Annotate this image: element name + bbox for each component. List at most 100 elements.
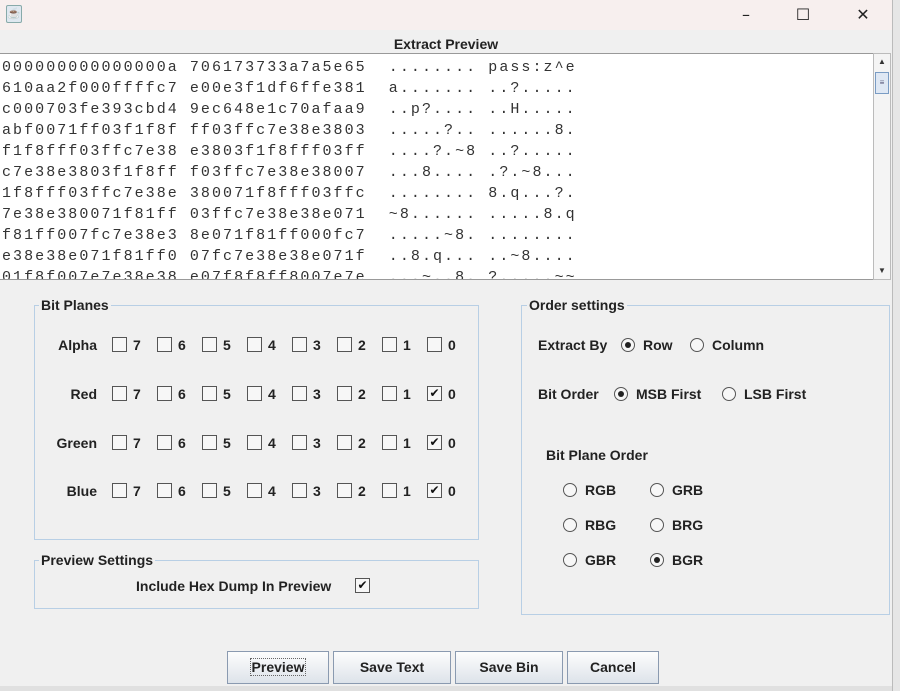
bit-blue-1-checkbox[interactable] bbox=[382, 483, 397, 498]
hex-dump-label: Include Hex Dump In Preview bbox=[136, 578, 332, 594]
rgb-label: RGB bbox=[585, 482, 617, 498]
title-bar: ☕ – ☐ ✕ bbox=[0, 0, 892, 30]
minimize-button[interactable]: – bbox=[731, 4, 761, 26]
hex-line: c7e38e3803f1f8ff f03ffc7e38e38007 ...8..… bbox=[2, 164, 577, 181]
bit-alpha-0-checkbox[interactable] bbox=[427, 337, 442, 352]
maximize-button[interactable]: ☐ bbox=[788, 4, 818, 26]
bgr-label: BGR bbox=[672, 552, 704, 568]
column-radio[interactable] bbox=[690, 338, 704, 352]
bit-alpha-5-checkbox[interactable] bbox=[202, 337, 217, 352]
lsb-first-radio[interactable] bbox=[722, 387, 736, 401]
bit-order-label: Bit Order bbox=[538, 386, 599, 402]
bit-red-2-checkbox[interactable] bbox=[337, 386, 352, 401]
bit-alpha-1-checkbox[interactable] bbox=[382, 337, 397, 352]
bit-green-6-checkbox[interactable] bbox=[157, 435, 172, 450]
bit-number-label: 4 bbox=[268, 435, 276, 451]
rbg-label: RBG bbox=[585, 517, 617, 533]
hex-line: 000000000000000a 706173733a7a5e65 ......… bbox=[2, 59, 577, 76]
brg-label: BRG bbox=[672, 517, 704, 533]
bit-red-5-checkbox[interactable] bbox=[202, 386, 217, 401]
preview-text-area[interactable]: 000000000000000a 706173733a7a5e65 ......… bbox=[0, 53, 873, 280]
bit-blue-2-checkbox[interactable] bbox=[337, 483, 352, 498]
order-settings-title: Order settings bbox=[527, 297, 627, 313]
hex-line: 610aa2f000ffffc7 e00e3f1df6ffe381 a.....… bbox=[2, 80, 577, 97]
bit-alpha-3-checkbox[interactable] bbox=[292, 337, 307, 352]
scroll-up-icon[interactable]: ▲ bbox=[874, 54, 890, 70]
hex-line: f1f8fff03ffc7e38 e3803f1f8fff03ff ....?.… bbox=[2, 143, 577, 160]
bit-alpha-7-checkbox[interactable] bbox=[112, 337, 127, 352]
bit-number-label: 5 bbox=[223, 337, 231, 353]
brg-radio[interactable] bbox=[650, 518, 664, 532]
bit-blue-7-checkbox[interactable] bbox=[112, 483, 127, 498]
bit-row-label: Alpha bbox=[58, 337, 97, 353]
bit-number-label: 0 bbox=[448, 386, 456, 402]
bit-number-label: 1 bbox=[403, 386, 411, 402]
bit-planes-title: Bit Planes bbox=[39, 297, 111, 313]
bgr-radio[interactable] bbox=[650, 553, 664, 567]
bit-blue-3-checkbox[interactable] bbox=[292, 483, 307, 498]
bit-green-3-checkbox[interactable] bbox=[292, 435, 307, 450]
bit-number-label: 3 bbox=[313, 386, 321, 402]
bit-number-label: 4 bbox=[268, 386, 276, 402]
bit-number-label: 6 bbox=[178, 386, 186, 402]
bit-number-label: 4 bbox=[268, 483, 276, 499]
bit-row-label: Red bbox=[70, 386, 97, 402]
scroll-down-icon[interactable]: ▼ bbox=[874, 263, 890, 279]
background-window bbox=[892, 0, 900, 691]
bit-alpha-6-checkbox[interactable] bbox=[157, 337, 172, 352]
bit-number-label: 2 bbox=[358, 435, 366, 451]
bit-blue-0-checkbox[interactable]: ✔ bbox=[427, 483, 442, 498]
hex-dump-checkbox[interactable]: ✔ bbox=[355, 578, 370, 593]
bit-plane-order-label: Bit Plane Order bbox=[546, 447, 648, 463]
gbr-radio[interactable] bbox=[563, 553, 577, 567]
bit-number-label: 0 bbox=[448, 483, 456, 499]
bit-number-label: 3 bbox=[313, 337, 321, 353]
save-bin-button[interactable]: Save Bin bbox=[455, 651, 563, 684]
bit-number-label: 1 bbox=[403, 435, 411, 451]
bit-green-2-checkbox[interactable] bbox=[337, 435, 352, 450]
bit-blue-4-checkbox[interactable] bbox=[247, 483, 262, 498]
bit-red-4-checkbox[interactable] bbox=[247, 386, 262, 401]
bit-number-label: 6 bbox=[178, 483, 186, 499]
bit-number-label: 2 bbox=[358, 337, 366, 353]
bit-blue-5-checkbox[interactable] bbox=[202, 483, 217, 498]
msb-first-radio[interactable] bbox=[614, 387, 628, 401]
hex-line: 1f8fff03ffc7e38e 380071f8fff03ffc ......… bbox=[2, 185, 577, 202]
hex-line: abf0071ff03f1f8f ff03ffc7e38e3803 .....?… bbox=[2, 122, 577, 139]
bit-alpha-4-checkbox[interactable] bbox=[247, 337, 262, 352]
java-icon: ☕ bbox=[6, 5, 22, 23]
close-button[interactable]: ✕ bbox=[848, 4, 878, 26]
bit-alpha-2-checkbox[interactable] bbox=[337, 337, 352, 352]
bit-red-1-checkbox[interactable] bbox=[382, 386, 397, 401]
lsb-first-label: LSB First bbox=[744, 386, 807, 402]
bit-red-3-checkbox[interactable] bbox=[292, 386, 307, 401]
window-bottom-edge bbox=[0, 686, 892, 691]
vertical-scrollbar[interactable]: ▲ ≡ ▼ bbox=[873, 53, 891, 280]
bit-green-4-checkbox[interactable] bbox=[247, 435, 262, 450]
bit-number-label: 7 bbox=[133, 337, 141, 353]
row-radio[interactable] bbox=[621, 338, 635, 352]
extract-by-label: Extract By bbox=[538, 337, 608, 353]
rbg-radio[interactable] bbox=[563, 518, 577, 532]
bit-green-1-checkbox[interactable] bbox=[382, 435, 397, 450]
rgb-radio[interactable] bbox=[563, 483, 577, 497]
bit-red-6-checkbox[interactable] bbox=[157, 386, 172, 401]
bit-number-label: 5 bbox=[223, 435, 231, 451]
scroll-thumb[interactable]: ≡ bbox=[875, 72, 889, 94]
preview-settings-title: Preview Settings bbox=[39, 552, 156, 568]
bit-green-7-checkbox[interactable] bbox=[112, 435, 127, 450]
hex-line: 7e38e380071f81ff 03ffc7e38e38e071 ~8....… bbox=[2, 206, 577, 223]
cancel-button[interactable]: Cancel bbox=[567, 651, 659, 684]
bit-red-7-checkbox[interactable] bbox=[112, 386, 127, 401]
bit-green-5-checkbox[interactable] bbox=[202, 435, 217, 450]
bit-green-0-checkbox[interactable]: ✔ bbox=[427, 435, 442, 450]
grb-radio[interactable] bbox=[650, 483, 664, 497]
preview-button-label: Preview bbox=[249, 658, 307, 676]
bit-number-label: 7 bbox=[133, 386, 141, 402]
preview-button[interactable]: Preview bbox=[227, 651, 329, 684]
save-text-button[interactable]: Save Text bbox=[333, 651, 451, 684]
grb-label: GRB bbox=[672, 482, 704, 498]
bit-red-0-checkbox[interactable]: ✔ bbox=[427, 386, 442, 401]
bit-blue-6-checkbox[interactable] bbox=[157, 483, 172, 498]
bit-number-label: 3 bbox=[313, 435, 321, 451]
